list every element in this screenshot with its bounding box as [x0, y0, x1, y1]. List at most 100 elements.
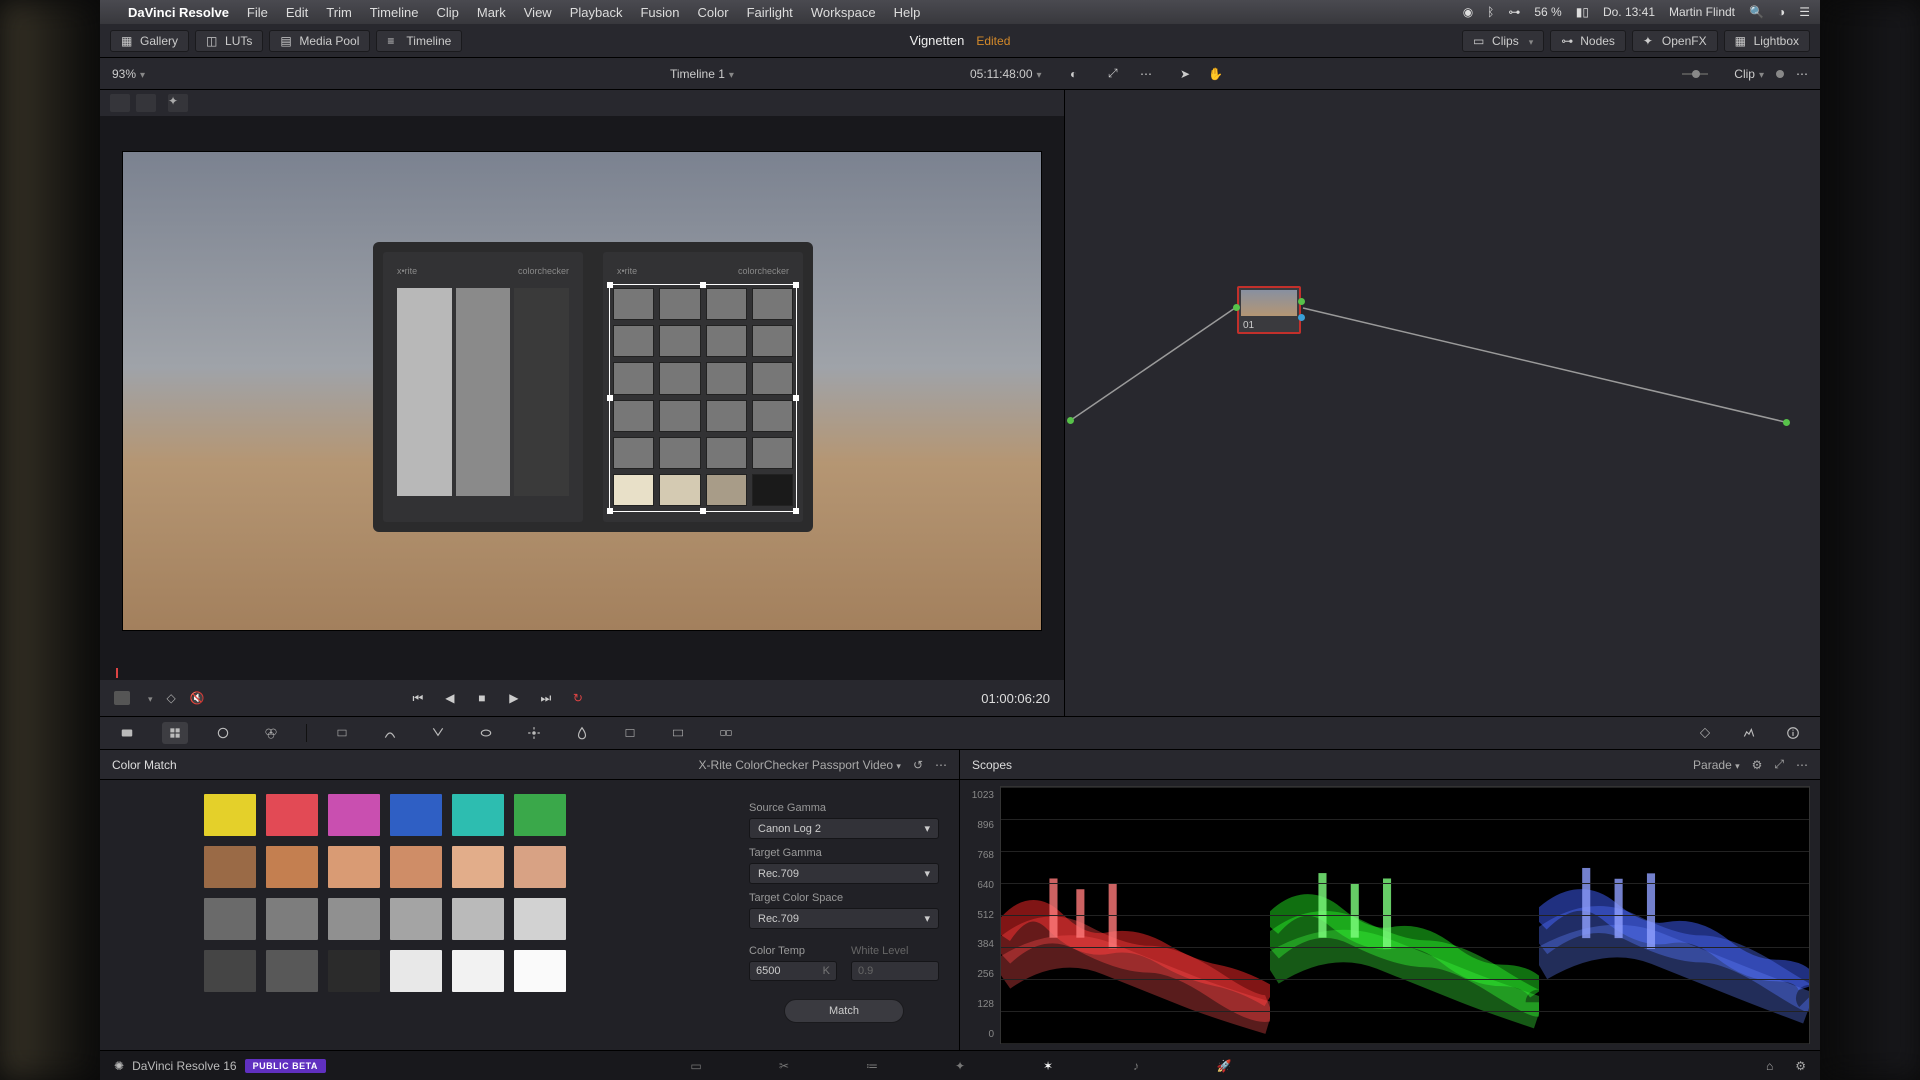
node-input-dot[interactable] [1233, 304, 1240, 311]
stereo-icon[interactable] [713, 722, 739, 744]
node-01[interactable]: 01 [1237, 286, 1301, 334]
node-zoom-slider[interactable] [1682, 73, 1722, 75]
menu-clip[interactable]: Clip [436, 5, 458, 20]
menu-playback[interactable]: Playback [570, 5, 623, 20]
bluetooth-icon[interactable]: ᛒ [1487, 5, 1494, 19]
node-graph[interactable]: 01 [1065, 90, 1820, 716]
viewer[interactable]: x•ritecolorchecker x•ritecolorchecker [100, 116, 1064, 666]
key-icon[interactable] [617, 722, 643, 744]
scope-expand-icon[interactable]: ⤢ [1774, 757, 1784, 772]
goto-first-icon[interactable]: ⏮ [409, 689, 427, 707]
info-icon[interactable] [1780, 722, 1806, 744]
loop-icon[interactable]: ↻ [569, 689, 587, 707]
luts-button[interactable]: ◫LUTs [195, 30, 263, 52]
viewer-window-icon[interactable] [136, 94, 156, 112]
openfx-button[interactable]: ✦OpenFX [1632, 30, 1718, 52]
goto-last-icon[interactable]: ⏭ [537, 689, 555, 707]
node-options-icon[interactable]: ⋯ [1796, 67, 1808, 81]
cut-page-icon[interactable]: ✂ [775, 1057, 793, 1075]
project-settings-icon[interactable]: ⚙ [1795, 1059, 1806, 1073]
match-button[interactable]: Match [784, 999, 904, 1023]
fusion-page-icon[interactable]: ✦ [951, 1057, 969, 1075]
fairlight-page-icon[interactable]: ♪ [1127, 1057, 1145, 1075]
keyframes-icon[interactable] [1692, 722, 1718, 744]
camera-raw-icon[interactable] [114, 722, 140, 744]
panel-options-icon[interactable]: ⋯ [935, 758, 947, 772]
notifications-icon[interactable]: ☰ [1799, 5, 1810, 19]
mute-icon[interactable]: 🔇 [190, 691, 205, 705]
play-icon[interactable]: ▶ [505, 689, 523, 707]
pointer-tool-icon[interactable]: ➤ [1180, 67, 1190, 81]
lightbox-button[interactable]: ▦Lightbox [1724, 30, 1810, 52]
chart-selector[interactable]: X-Rite ColorChecker Passport Video ▾ [699, 758, 901, 772]
scope-options-icon[interactable]: ⋯ [1796, 758, 1808, 772]
edit-page-icon[interactable]: ≔ [863, 1057, 881, 1075]
menu-edit[interactable]: Edit [286, 5, 308, 20]
reset-icon[interactable]: ↺ [913, 758, 923, 772]
menu-timeline[interactable]: Timeline [370, 5, 419, 20]
source-gamma-select[interactable]: Canon Log 2▾ [749, 818, 939, 839]
app-name[interactable]: DaVinci Resolve [128, 5, 229, 20]
highlight-icon[interactable]: ◐ [1070, 67, 1077, 81]
menu-color[interactable]: Color [697, 5, 728, 20]
split-view-menu[interactable] [144, 691, 153, 705]
viewer-imagewipe-icon[interactable]: ✦ [168, 94, 188, 112]
tracking-icon[interactable] [521, 722, 547, 744]
color-match-icon[interactable] [162, 722, 188, 744]
user-name[interactable]: Martin Flindt [1669, 5, 1735, 19]
window-icon[interactable] [473, 722, 499, 744]
color-wheels-icon[interactable] [210, 722, 236, 744]
wifi-icon[interactable]: ⊶ [1508, 5, 1520, 19]
mediapool-button[interactable]: ▤Media Pool [269, 30, 370, 52]
node-alpha-dot[interactable] [1298, 314, 1305, 321]
deliver-page-icon[interactable]: 🚀 [1215, 1057, 1233, 1075]
menu-fusion[interactable]: Fusion [640, 5, 679, 20]
menu-file[interactable]: File [247, 5, 268, 20]
color-temp-input[interactable]: 6500K [749, 961, 837, 981]
menu-fairlight[interactable]: Fairlight [747, 5, 793, 20]
split-view-icon[interactable] [114, 691, 130, 705]
spotlight-icon[interactable]: 🔍 [1749, 5, 1764, 19]
bypass-icon[interactable]: ◇ [167, 691, 176, 705]
white-level-input[interactable]: 0.9 [851, 961, 939, 981]
timeline-button[interactable]: ≡Timeline [376, 30, 462, 52]
colormatch-overlay[interactable] [609, 284, 797, 512]
clock[interactable]: Do. 13:41 [1603, 5, 1655, 19]
clips-button[interactable]: ▭Clips [1462, 30, 1544, 52]
viewer-zoom[interactable]: 93%▾ [112, 67, 172, 81]
home-icon[interactable]: ⌂ [1766, 1059, 1773, 1073]
scope-settings-icon[interactable]: ⚙ [1752, 758, 1763, 772]
target-gamma-select[interactable]: Rec.709▾ [749, 863, 939, 884]
viewer-qualifier-icon[interactable] [110, 94, 130, 112]
hand-tool-icon[interactable]: ✋ [1208, 67, 1223, 81]
menu-workspace[interactable]: Workspace [811, 5, 876, 20]
gallery-button[interactable]: ▦Gallery [110, 30, 189, 52]
viewer-scrubber[interactable] [100, 666, 1064, 680]
source-timecode[interactable]: 05:11:48:00▾ [970, 67, 1042, 81]
graph-input-dot[interactable] [1067, 417, 1074, 424]
scope-mode-select[interactable]: Parade ▾ [1693, 758, 1740, 772]
qualifier-icon[interactable] [425, 722, 451, 744]
blur-icon[interactable] [569, 722, 595, 744]
motion-effects-icon[interactable] [329, 722, 355, 744]
media-page-icon[interactable]: ▭ [687, 1057, 705, 1075]
expand-icon[interactable]: ⤢ [1108, 66, 1118, 81]
timeline-name[interactable]: Timeline 1▾ [670, 67, 734, 81]
viewer-options-icon[interactable]: ⋯ [1140, 67, 1152, 81]
curves-icon[interactable] [377, 722, 403, 744]
target-colorspace-select[interactable]: Rec.709▾ [749, 908, 939, 929]
graph-output-dot[interactable] [1783, 419, 1790, 426]
menu-trim[interactable]: Trim [326, 5, 352, 20]
node-toggle-dot[interactable] [1776, 70, 1784, 78]
menu-mark[interactable]: Mark [477, 5, 506, 20]
sizing-icon[interactable] [665, 722, 691, 744]
menu-help[interactable]: Help [894, 5, 921, 20]
clip-mode[interactable]: Clip▾ [1734, 67, 1764, 81]
step-back-icon[interactable]: ◀ [441, 689, 459, 707]
screen-record-icon[interactable]: ◉ [1463, 5, 1473, 19]
rgb-mixer-icon[interactable] [258, 722, 284, 744]
scopes-icon[interactable] [1736, 722, 1762, 744]
node-output-dot[interactable] [1298, 298, 1305, 305]
menu-view[interactable]: View [524, 5, 552, 20]
nodes-button[interactable]: ⊶Nodes [1550, 30, 1626, 52]
